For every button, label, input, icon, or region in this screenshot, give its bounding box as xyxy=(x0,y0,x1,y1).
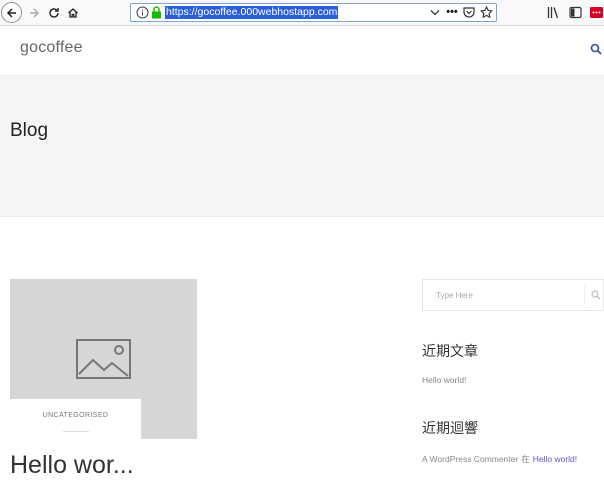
reload-button[interactable] xyxy=(44,3,64,23)
url-text[interactable]: https://gocoffee.000webhostapp.com xyxy=(165,6,339,19)
sidebar-search xyxy=(422,279,604,311)
pocket-icon[interactable] xyxy=(463,6,475,19)
url-bar[interactable]: https://gocoffee.000webhostapp.com ••• xyxy=(130,3,497,22)
category-box: UNCATEGORISED xyxy=(10,399,141,439)
recent-comments-heading: 近期迴響 xyxy=(422,421,478,437)
info-icon[interactable] xyxy=(136,6,149,19)
comment-post-link[interactable]: Hello world! xyxy=(533,454,577,464)
reload-icon xyxy=(49,8,59,18)
search-icon[interactable] xyxy=(590,43,602,55)
divider xyxy=(63,431,89,432)
library-icon[interactable] xyxy=(547,6,560,19)
page-hero: Blog xyxy=(0,75,604,217)
search-input[interactable] xyxy=(423,280,583,310)
extension-icon[interactable] xyxy=(589,5,604,20)
site-header: gocoffee xyxy=(0,27,604,75)
sidebar-toggle-icon[interactable] xyxy=(569,6,582,19)
back-button[interactable] xyxy=(1,2,22,23)
lock-icon[interactable] xyxy=(151,6,162,19)
post-category-link[interactable]: UNCATEGORISED xyxy=(10,412,141,419)
divider xyxy=(584,285,585,305)
image-placeholder-icon xyxy=(76,339,131,379)
recent-posts-heading: 近期文章 xyxy=(422,344,478,360)
chevron-down-icon[interactable] xyxy=(429,6,441,19)
browser-toolbar: https://gocoffee.000webhostapp.com ••• xyxy=(0,0,604,26)
star-icon[interactable] xyxy=(480,6,493,19)
page-title: Blog xyxy=(10,120,49,141)
arrow-right-icon xyxy=(30,8,40,18)
comment-author: A WordPress Commenter xyxy=(422,454,519,464)
home-icon xyxy=(68,8,78,18)
forward-button[interactable] xyxy=(24,3,44,23)
home-button[interactable] xyxy=(63,3,83,23)
site-title[interactable]: gocoffee xyxy=(20,39,83,57)
recent-post-link[interactable]: Hello world! xyxy=(422,375,466,385)
arrow-left-icon xyxy=(6,7,16,18)
post-title-link[interactable]: Hello wor... xyxy=(10,451,134,480)
page-actions-menu-button[interactable]: ••• xyxy=(444,5,460,20)
search-icon[interactable] xyxy=(591,290,601,300)
recent-comment-item: A WordPress Commenter 在 Hello world! xyxy=(422,453,577,465)
comment-connector: 在 xyxy=(521,455,530,465)
